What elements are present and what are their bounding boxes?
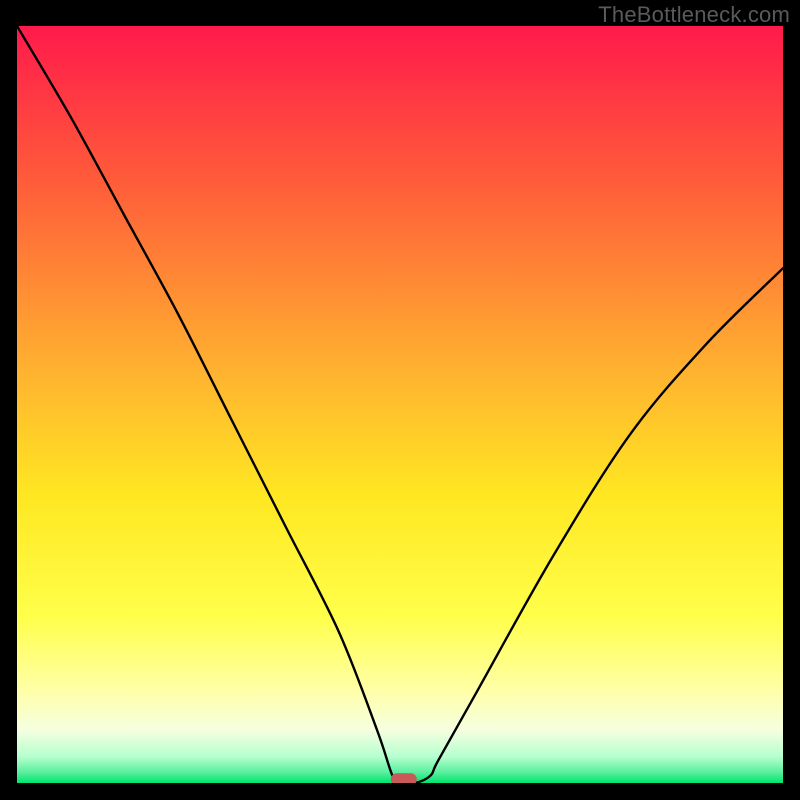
chart-svg [17,26,783,783]
plot-area [17,26,783,783]
gradient-background [17,26,783,783]
chart-frame: TheBottleneck.com [0,0,800,800]
min-marker [391,773,417,783]
watermark-text: TheBottleneck.com [598,2,790,28]
